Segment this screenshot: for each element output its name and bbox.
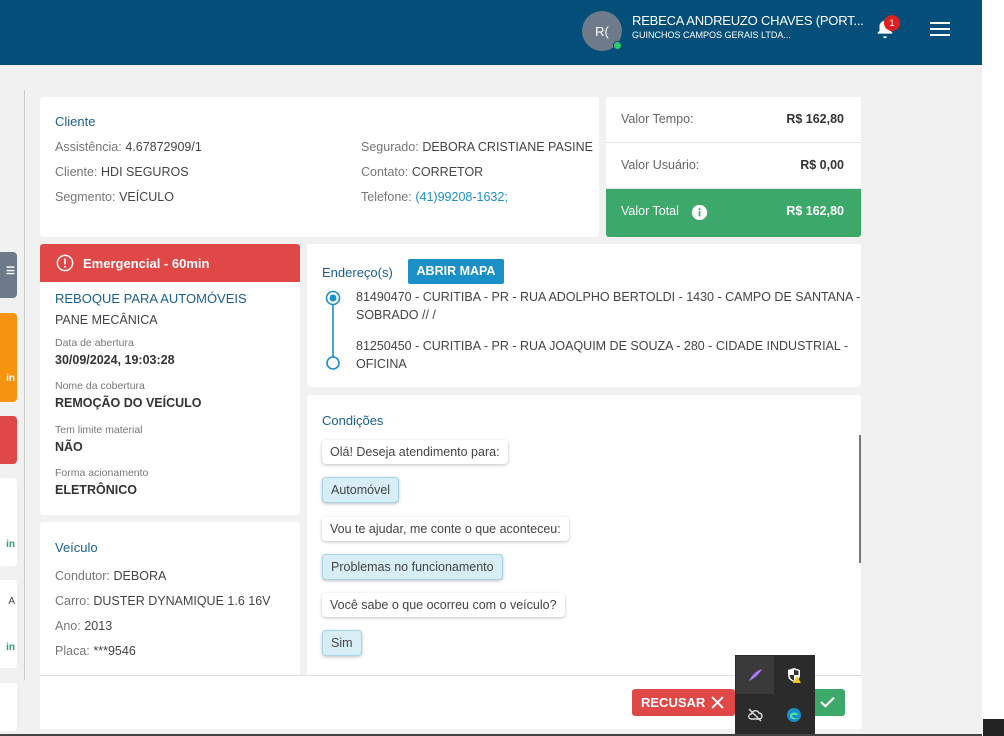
side-card-text: in — [6, 539, 15, 550]
valor-tempo-row: Valor Tempo: R$ 162,80 — [606, 97, 861, 143]
service-type: REBOQUE PARA AUTOMÓVEIS — [55, 291, 247, 306]
telefone-field: Telefone: (41)99208-1632; — [361, 190, 508, 204]
valor-total-value: R$ 162,80 — [786, 204, 844, 218]
page-scrollbar-track — [982, 0, 1004, 736]
user-company: GUINCHOS CAMPOS GERAIS LTDA... — [632, 30, 791, 40]
chat-message: Olá! Deseja atendimento para: — [322, 440, 508, 464]
user-name[interactable]: REBECA ANDREUZO CHAVES (PORT... — [632, 13, 864, 28]
accept-button[interactable] — [812, 689, 845, 716]
chat-answer: Problemas no funcionamento — [322, 554, 503, 580]
side-divider — [24, 90, 25, 680]
cliente-field: Cliente: HDI SEGUROS — [55, 165, 189, 179]
corner-block — [983, 719, 1004, 736]
chat-answer: Automóvel — [322, 477, 400, 503]
conditions-title: Condições — [322, 413, 384, 428]
limite-label: Tem limite material — [55, 424, 143, 436]
segurado-field: Segurado: DEBORA CRISTIANE PASINE — [361, 140, 593, 154]
chat-message: Você sabe o que ocorreu com o veículo? — [322, 593, 565, 617]
abertura-value: 30/09/2024, 19:03:28 — [55, 353, 175, 367]
close-icon — [711, 696, 724, 709]
side-card-glyph: ☰ — [6, 266, 15, 277]
vehicle-card: Veículo Condutor: DEBORA Carro: DUSTER D… — [40, 522, 300, 682]
vehicle-title: Veículo — [55, 540, 98, 555]
security-shield-icon[interactable] — [775, 656, 813, 694]
valor-total-label: Valor Total — [621, 204, 679, 218]
valor-total-row: Valor Total R$ 162,80 — [606, 189, 861, 237]
side-card-white-3[interactable] — [0, 683, 17, 731]
emergency-label: Emergencial - 60min — [83, 256, 210, 271]
chat-message: Vou te ajudar, me conte o que aconteceu: — [322, 517, 569, 541]
emergency-banner: Emergencial - 60min — [40, 244, 300, 282]
side-card-text: in — [6, 373, 15, 384]
valor-usuario-row: Valor Usuário: R$ 0,00 — [606, 143, 861, 189]
top-header: R( REBECA ANDREUZO CHAVES (PORT... GUINC… — [0, 0, 982, 65]
segmento-field: Segmento: VEÍCULO — [55, 190, 174, 204]
limite-value: NÃO — [55, 440, 83, 454]
system-tray-popup — [735, 655, 815, 736]
side-card-orange[interactable]: in — [0, 313, 17, 402]
acionamento-value: ELETRÔNICO — [55, 483, 137, 497]
destination-address: 81250450 - CURITIBA - PR - RUA JOAQUIM D… — [356, 339, 849, 371]
service-problem: PANE MECÂNICA — [55, 313, 158, 327]
address-title: Endereço(s) — [322, 265, 393, 280]
avatar-initials: R( — [595, 23, 609, 39]
cloud-offline-icon[interactable] — [736, 696, 774, 734]
client-title: Cliente — [55, 114, 96, 129]
feather-app-icon[interactable] — [736, 656, 774, 694]
side-card-text: in — [6, 642, 15, 653]
abertura-label: Data de abertura — [55, 337, 134, 349]
valor-usuario-label: Valor Usuário: — [621, 158, 700, 172]
origin-address: 81490470 - CURITIBA - PR - RUA ADOLPHO B… — [356, 290, 861, 322]
side-card-text: A — [8, 596, 15, 607]
online-status-dot — [613, 41, 622, 50]
open-map-button[interactable]: ABRIR MAPA — [408, 259, 504, 284]
valor-tempo-label: Valor Tempo: — [621, 112, 694, 126]
conditions-scrollbar[interactable] — [859, 435, 861, 563]
client-card: Cliente Assistência: 4.67872909/1 Client… — [40, 97, 599, 237]
contato-field: Contato: CORRETOR — [361, 165, 484, 179]
alert-circle-icon — [56, 254, 74, 272]
recusar-button[interactable]: RECUSAR — [632, 689, 735, 716]
check-icon — [820, 696, 835, 708]
cobertura-label: Nome da cobertura — [55, 380, 145, 392]
edge-browser-icon[interactable] — [775, 696, 813, 734]
address-card: Endereço(s) ABRIR MAPA 81490470 - CURITI… — [307, 244, 861, 387]
info-icon[interactable] — [691, 204, 708, 221]
service-card: Emergencial - 60min REBOQUE PARA AUTOMÓV… — [40, 244, 300, 515]
route-timeline-icon — [325, 290, 341, 370]
side-card-white-2[interactable]: A in — [0, 580, 17, 668]
cobertura-value: REMOÇÃO DO VEÍCULO — [55, 396, 202, 410]
side-card-grey[interactable]: ☰ — [0, 252, 17, 298]
hamburger-menu-icon[interactable] — [930, 22, 950, 38]
notification-badge: 1 — [884, 15, 900, 31]
valor-usuario-value: R$ 0,00 — [800, 158, 844, 172]
avatar[interactable]: R( — [582, 11, 622, 51]
carro-field: Carro: DUSTER DYNAMIQUE 1.6 16V — [55, 594, 271, 608]
valor-tempo-value: R$ 162,80 — [786, 112, 844, 126]
placa-field: Placa: ***9546 — [55, 644, 136, 658]
chat-answer: Sim — [322, 630, 362, 656]
condutor-field: Condutor: DEBORA — [55, 569, 167, 583]
ano-field: Ano: 2013 — [55, 619, 113, 633]
telefone-link[interactable]: (41)99208-1632; — [415, 190, 507, 204]
side-card-white-1[interactable]: in — [0, 478, 17, 566]
side-card-red[interactable] — [0, 416, 17, 464]
recusar-label: RECUSAR — [641, 695, 706, 710]
assistencia-field: Assistência: 4.67872909/1 — [55, 140, 202, 154]
acionamento-label: Forma acionamento — [55, 467, 149, 479]
